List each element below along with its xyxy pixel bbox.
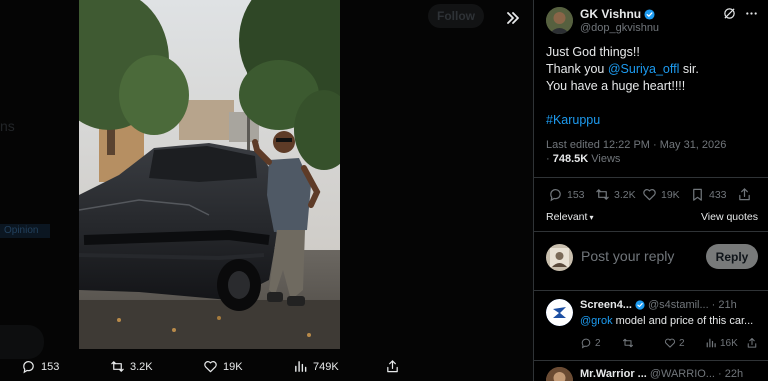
media-repost-button[interactable]: 3.2K (110, 352, 153, 381)
reply-author-avatar[interactable] (546, 299, 573, 326)
reply-author[interactable]: Mr.Warrior ... @WARRIO... · 22h (580, 368, 743, 380)
reply-views-button[interactable]: 16K (705, 337, 738, 349)
view-quotes-link[interactable]: View quotes (701, 211, 758, 223)
media-reply-button[interactable]: 153 (21, 352, 59, 381)
reply-count: 153 (567, 188, 585, 201)
repost-button[interactable]: 3.2K (595, 187, 636, 202)
post-line-1: Just God things!! (546, 45, 640, 59)
heart-icon (643, 189, 656, 201)
reply-share-button[interactable] (746, 337, 758, 349)
post-detail-panel: GK Vishnu @dop_gkvishnu Just God things!… (533, 0, 768, 381)
reply-like-button[interactable]: 2 (664, 337, 685, 349)
divider (534, 231, 768, 232)
like-count: 19K (661, 188, 680, 201)
more-options-icon[interactable] (745, 7, 758, 20)
panel-top-actions (723, 7, 758, 20)
reply-repost-button[interactable] (622, 337, 634, 349)
share-icon (387, 360, 398, 373)
media-like-button[interactable]: 19K (203, 352, 243, 381)
verified-badge-icon (635, 300, 645, 310)
background-tag: Opinion (0, 224, 50, 238)
bookmark-count: 433 (709, 188, 727, 201)
reply-text: @grok model and price of this car... (580, 315, 754, 327)
reply-author[interactable]: Screen4... @s4stamil... · 21h (580, 299, 737, 311)
verified-badge-icon (644, 8, 655, 20)
heart-icon (664, 338, 676, 348)
current-user-avatar[interactable] (546, 244, 573, 271)
mention-link[interactable]: @Suriya_offl (608, 62, 680, 76)
heart-icon (204, 361, 217, 373)
media-share-button[interactable] (385, 352, 400, 381)
repost-icon (596, 189, 609, 200)
post-line-3: You have a huge heart!!!! (546, 79, 686, 93)
reply-input[interactable]: Post your reply (581, 248, 674, 264)
post-blank-line (546, 95, 761, 112)
repost-icon (111, 361, 124, 372)
background-text: ns (0, 118, 15, 134)
background-follow-button: Follow (428, 4, 484, 28)
share-icon (747, 337, 757, 348)
media-views-button[interactable]: 749K (293, 352, 339, 381)
chevron-down-icon: ▾ (589, 213, 594, 222)
post-photo[interactable] (79, 0, 340, 349)
divider (534, 177, 768, 178)
media-like-count: 19K (223, 360, 243, 373)
share-button[interactable] (737, 187, 752, 202)
like-button[interactable]: 19K (642, 187, 680, 202)
author-handle[interactable]: @dop_gkvishnu (580, 22, 659, 34)
post-views: · 748.5K Views (546, 153, 621, 165)
hashtag-link[interactable]: #Karuppu (546, 112, 761, 129)
reply-icon (550, 189, 561, 202)
reply-submit-button[interactable]: Reply (706, 244, 758, 269)
reply-icon (581, 338, 591, 349)
post-line-2: Thank you @Suriya_offl sir. (546, 62, 699, 76)
repost-count: 3.2K (614, 188, 636, 201)
post-text: Just God things!! Thank you @Suriya_offl… (546, 44, 761, 129)
author-avatar[interactable] (546, 7, 573, 34)
media-repost-count: 3.2K (130, 360, 153, 373)
reply-icon (23, 361, 34, 374)
expand-icon[interactable] (499, 4, 527, 32)
media-viewer: Follow ns Opinion 153 3.2K 19K 749K (0, 0, 533, 381)
grok-icon[interactable] (723, 7, 736, 20)
bookmark-button[interactable]: 433 (690, 187, 727, 202)
views-chart-icon (295, 361, 307, 372)
divider (534, 290, 768, 291)
media-views-count: 749K (313, 360, 339, 373)
repost-icon (622, 338, 634, 348)
reply-reply-button[interactable]: 2 (580, 337, 601, 349)
bookmark-icon (693, 188, 702, 201)
divider (534, 360, 768, 361)
media-action-bar: 153 3.2K 19K 749K (0, 352, 533, 381)
sort-dropdown[interactable]: Relevant ▾ (546, 211, 593, 223)
author-name[interactable]: GK Vishnu (580, 7, 655, 21)
post-timestamp[interactable]: Last edited 12:22 PM · May 31, 2026 (546, 139, 726, 151)
post-action-bar: 153 3.2K 19K 433 (544, 187, 759, 205)
reply-author-avatar[interactable] (546, 367, 573, 381)
reply-button[interactable]: 153 (548, 187, 585, 202)
media-reply-count: 153 (41, 360, 60, 373)
reply-mention-link[interactable]: @grok (580, 315, 613, 327)
views-chart-icon (706, 338, 716, 348)
reply-action-bar: 2 2 16K (580, 337, 760, 351)
share-icon (739, 188, 750, 201)
